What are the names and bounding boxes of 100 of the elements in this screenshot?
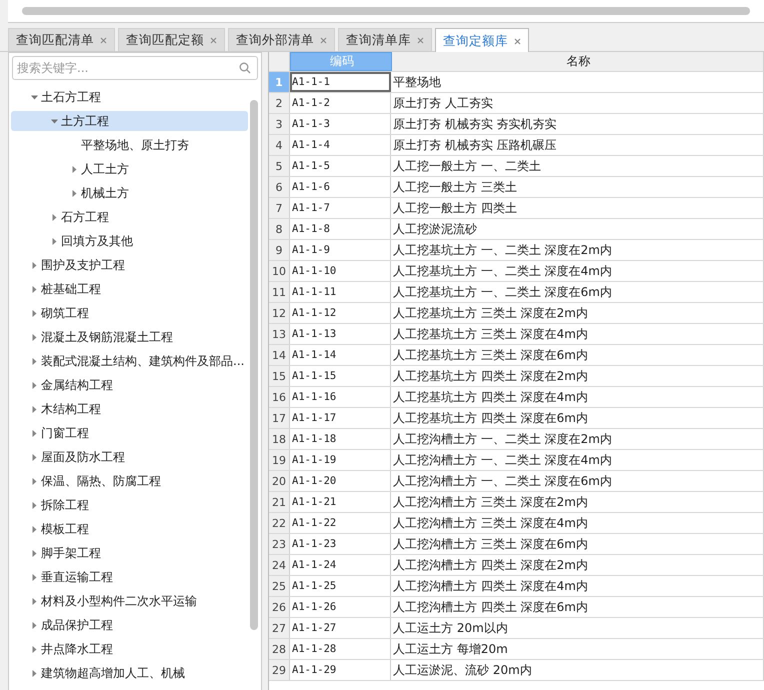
tree-item[interactable]: 材料及小型构件二次水平运输 [11, 591, 248, 611]
caret-right-icon[interactable] [71, 166, 78, 172]
row-number[interactable]: 4 [269, 135, 290, 155]
row-number[interactable]: 15 [269, 366, 290, 386]
row-number[interactable]: 24 [269, 555, 290, 575]
tree-item[interactable]: 建筑物超高增加人工、机械 [11, 663, 248, 683]
search-field[interactable]: 搜索关键字... [12, 56, 258, 80]
row-number[interactable]: 29 [269, 660, 290, 680]
tab[interactable]: 查询定额库 [435, 28, 529, 53]
tree-item[interactable]: 石方工程 [11, 207, 248, 227]
caret-right-icon[interactable] [31, 310, 38, 316]
row-number[interactable]: 7 [269, 198, 290, 218]
caret-right-icon[interactable] [31, 574, 38, 580]
row-number[interactable]: 18 [269, 429, 290, 449]
tree-item[interactable]: 桩基础工程 [11, 279, 248, 299]
row-number[interactable]: 25 [269, 576, 290, 596]
tab[interactable]: 查询匹配清单 [8, 28, 115, 51]
row-number[interactable]: 26 [269, 597, 290, 617]
table-cell: A1-1-29 [290, 660, 391, 680]
caret-down-icon[interactable] [31, 94, 38, 100]
close-icon[interactable] [320, 36, 327, 44]
caret-right-icon[interactable] [31, 526, 38, 532]
scrollbar[interactable] [250, 100, 258, 630]
caret-right-icon[interactable] [31, 622, 38, 628]
close-icon[interactable] [210, 36, 217, 44]
row-number[interactable]: 14 [269, 345, 290, 365]
row-number[interactable]: 8 [269, 219, 290, 239]
tree-item[interactable]: 机械土方 [11, 183, 248, 203]
table-cell: A1-1-14 [290, 345, 391, 365]
tree-item[interactable]: 垂直运输工程 [11, 567, 248, 587]
tree-item[interactable]: 装配式混凝土结构、建筑构件及部品... [11, 351, 248, 371]
caret-right-icon[interactable] [31, 502, 38, 508]
close-icon[interactable] [514, 38, 521, 44]
caret-down-icon[interactable] [51, 118, 58, 124]
tree-item[interactable]: 混凝土及钢筋混凝土工程 [11, 327, 248, 347]
table-cell: 人工挖基坑土方 三类土 深度在4m内 [391, 324, 764, 344]
tree-item[interactable]: 土石方工程 [11, 87, 248, 107]
tree-item[interactable]: 脚手架工程 [11, 543, 248, 563]
caret-right-icon[interactable] [31, 430, 38, 436]
close-icon[interactable] [417, 36, 424, 44]
caret-right-icon[interactable] [31, 646, 38, 652]
caret-right-icon[interactable] [31, 334, 38, 340]
caret-right-icon[interactable] [31, 286, 38, 292]
tab[interactable]: 查询外部清单 [228, 28, 335, 51]
tree-item[interactable]: 木结构工程 [11, 399, 248, 419]
close-icon[interactable] [100, 36, 107, 44]
tree-item[interactable]: 金属结构工程 [11, 375, 248, 395]
caret-right-icon[interactable] [31, 406, 38, 412]
row-number[interactable]: 28 [269, 639, 290, 659]
row-number[interactable]: 13 [269, 324, 290, 344]
row-number[interactable]: 21 [269, 492, 290, 512]
caret-right-icon[interactable] [31, 598, 38, 604]
caret-right-icon[interactable] [71, 190, 78, 196]
tree-item[interactable]: 砌筑工程 [11, 303, 248, 323]
table-cell: 人工运淤泥、流砂 20m内 [391, 660, 764, 680]
tab[interactable]: 查询匹配定额 [118, 28, 225, 51]
row-number[interactable]: 27 [269, 618, 290, 638]
row-number[interactable]: 19 [269, 450, 290, 470]
table-cell: A1-1-4 [290, 135, 391, 155]
column-header[interactable]: 名称 [392, 52, 764, 71]
row-number[interactable]: 16 [269, 387, 290, 407]
row-number[interactable]: 12 [269, 303, 290, 323]
tree-item[interactable]: 模板工程 [11, 519, 248, 539]
table-cell: 人工挖基坑土方 一、二类土 深度在2m内 [391, 240, 764, 260]
caret-right-icon[interactable] [31, 358, 38, 364]
caret-right-icon[interactable] [51, 238, 58, 244]
table-cell: A1-1-5 [290, 156, 391, 176]
row-number[interactable]: 20 [269, 471, 290, 491]
tree-item[interactable]: 回填方及其他 [11, 231, 248, 251]
tree-item[interactable]: 拆除工程 [11, 495, 248, 515]
tree-item[interactable]: 人工土方 [11, 159, 248, 179]
tree-item[interactable]: 成品保护工程 [11, 615, 248, 635]
row-number[interactable]: 5 [269, 156, 290, 176]
caret-right-icon[interactable] [31, 382, 38, 388]
tree-item[interactable]: 井点降水工程 [11, 639, 248, 659]
row-number[interactable]: 10 [269, 261, 290, 281]
tree-item[interactable]: 保温、隔热、防腐工程 [11, 471, 248, 491]
row-number[interactable]: 3 [269, 114, 290, 134]
tree-item[interactable]: 平整场地、原土打夯 [11, 135, 248, 155]
caret-right-icon[interactable] [31, 454, 38, 460]
row-number[interactable]: 2 [269, 93, 290, 113]
row-number[interactable]: 11 [269, 282, 290, 302]
caret-right-icon[interactable] [31, 550, 38, 556]
tree-item[interactable]: 门窗工程 [11, 423, 248, 443]
caret-right-icon[interactable] [51, 214, 58, 220]
scrollbar[interactable] [22, 7, 750, 15]
row-number[interactable]: 9 [269, 240, 290, 260]
table-cell: 人工挖沟槽土方 三类土 深度在4m内 [391, 513, 764, 533]
row-number[interactable]: 17 [269, 408, 290, 428]
row-number[interactable]: 23 [269, 534, 290, 554]
tree-item[interactable]: 屋面及防水工程 [11, 447, 248, 467]
caret-right-icon[interactable] [31, 262, 38, 268]
caret-right-icon[interactable] [31, 478, 38, 484]
caret-right-icon[interactable] [31, 670, 38, 676]
row-number[interactable]: 22 [269, 513, 290, 533]
row-number[interactable]: 6 [269, 177, 290, 197]
tab[interactable]: 查询清单库 [338, 28, 432, 51]
tree-item[interactable]: 围护及支护工程 [11, 255, 248, 275]
tree-item[interactable]: 土方工程 [11, 111, 248, 131]
table-cell: A1-1-24 [290, 555, 391, 575]
